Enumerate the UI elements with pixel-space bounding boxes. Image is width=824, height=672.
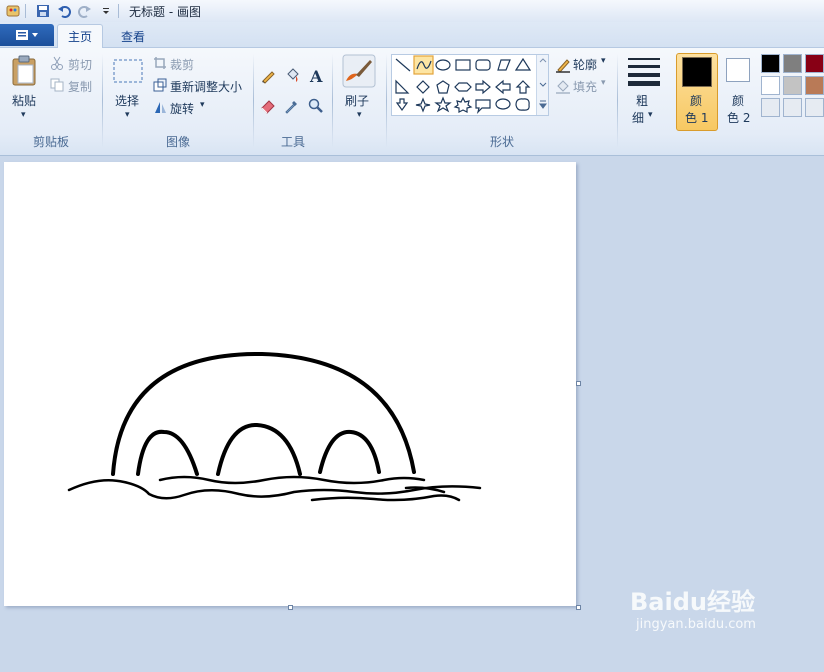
- text-tool-icon[interactable]: A: [306, 66, 326, 86]
- copy-button[interactable]: 复制: [68, 78, 92, 95]
- paint-menu-button[interactable]: [0, 24, 54, 46]
- clipboard-group: 粘贴 ▾ 剪切 复制 剪贴板: [0, 48, 102, 154]
- fill-dropdown-icon[interactable]: ▾: [601, 78, 606, 88]
- crop-icon: [153, 56, 167, 70]
- select-icon[interactable]: [112, 58, 144, 84]
- palette-color-gray[interactable]: [783, 54, 802, 73]
- outline-icon: [555, 57, 571, 73]
- qat-separator: [25, 4, 26, 18]
- shapes-group-label: 形状: [489, 135, 514, 149]
- gallery-scroll-arrows-icon: [539, 58, 547, 109]
- title-bar: 无标题 - 画图: [0, 0, 824, 22]
- paste-label[interactable]: 粘贴: [12, 92, 36, 109]
- select-label[interactable]: 选择: [115, 92, 139, 109]
- shapes-gallery-scrollbar[interactable]: [536, 55, 548, 115]
- rotate-dropdown-icon[interactable]: ▾: [200, 100, 205, 110]
- palette-color-empty[interactable]: [805, 98, 824, 117]
- canvas-resize-handle-right[interactable]: [576, 381, 581, 386]
- tab-view[interactable]: 查看: [110, 24, 156, 48]
- magnifier-icon[interactable]: [306, 96, 326, 116]
- color2-swatch[interactable]: [726, 58, 750, 82]
- watermark-url: jingyan.baidu.com: [636, 617, 756, 632]
- tools-group: A 工具: [254, 48, 332, 154]
- outline-button[interactable]: 轮廓: [573, 56, 597, 73]
- shapes-gallery-icons: [395, 55, 532, 114]
- palette-color-empty[interactable]: [761, 98, 780, 117]
- brushes-label[interactable]: 刷子: [345, 92, 369, 109]
- image-group-label: 图像: [165, 135, 190, 149]
- palette-color-dark-red[interactable]: [805, 54, 824, 73]
- outline-dropdown-icon[interactable]: ▾: [601, 56, 606, 66]
- watermark-brand: Baidu经验: [630, 588, 755, 616]
- size-label-line2[interactable]: 细: [632, 109, 644, 126]
- paste-dropdown-icon[interactable]: ▾: [21, 110, 26, 120]
- palette-color-white[interactable]: [761, 76, 780, 95]
- size-dropdown-icon[interactable]: ▾: [648, 110, 653, 120]
- paste-icon[interactable]: [10, 54, 38, 88]
- ribbon: 粘贴 ▾ 剪切 复制 剪贴板 选择 ▾ 裁剪 重新调整大小 旋转 ▾ 图像 A …: [0, 48, 824, 156]
- svg-text:A: A: [309, 68, 323, 84]
- crop-button[interactable]: 裁剪: [170, 56, 194, 73]
- palette-color-brown[interactable]: [805, 76, 824, 95]
- palette-color-light-gray[interactable]: [783, 76, 802, 95]
- app-menu-icon: [16, 30, 38, 40]
- shapes-gallery[interactable]: [391, 54, 549, 116]
- resize-icon: [153, 78, 167, 92]
- save-icon[interactable]: [35, 3, 51, 19]
- canvas-resize-handle-corner[interactable]: [576, 605, 581, 610]
- customize-qat-chevron-icon[interactable]: [98, 3, 114, 19]
- redo-icon[interactable]: [77, 3, 93, 19]
- cut-button[interactable]: 剪切: [68, 56, 92, 73]
- palette-color-black[interactable]: [761, 54, 780, 73]
- resize-button[interactable]: 重新调整大小: [170, 78, 242, 95]
- fill-bucket-icon[interactable]: [282, 66, 302, 86]
- clipboard-group-label: 剪贴板: [32, 135, 69, 149]
- drawing-sketch: [67, 351, 482, 502]
- fill-icon: [555, 79, 571, 95]
- line-size-icon[interactable]: [626, 56, 662, 86]
- color2-label-line1[interactable]: 颜: [732, 92, 744, 109]
- paint-app-icon[interactable]: [5, 3, 21, 19]
- baidu-watermark: Baidu经验 jingyan.baidu.com: [630, 582, 756, 632]
- qat-separator: [118, 4, 119, 18]
- ribbon-tab-row: 主页 查看: [0, 22, 824, 48]
- tools-group-label: 工具: [280, 135, 305, 149]
- canvas-resize-handle-bottom[interactable]: [288, 605, 293, 610]
- select-dropdown-icon[interactable]: ▾: [125, 110, 130, 120]
- eraser-icon[interactable]: [258, 96, 278, 116]
- copy-icon: [50, 78, 64, 92]
- fill-button[interactable]: 填充: [573, 78, 597, 95]
- palette-color-empty[interactable]: [783, 98, 802, 117]
- color1-swatch: [682, 57, 712, 87]
- undo-icon[interactable]: [56, 3, 72, 19]
- brushes-dropdown-icon[interactable]: ▾: [357, 110, 362, 120]
- rotate-button[interactable]: 旋转: [170, 100, 194, 117]
- size-group: 粗 细 ▾: [618, 48, 670, 154]
- drawing-canvas[interactable]: [4, 162, 576, 606]
- cut-icon: [50, 56, 64, 70]
- brush-icon[interactable]: [342, 54, 376, 88]
- pencil-icon[interactable]: [258, 66, 278, 86]
- color1-label-line2: 色 1: [685, 111, 709, 125]
- image-group: 选择 ▾ 裁剪 重新调整大小 旋转 ▾ 图像: [103, 48, 253, 154]
- brushes-group: 刷子 ▾: [333, 48, 385, 154]
- tab-home[interactable]: 主页: [57, 24, 103, 48]
- color2-label-line2[interactable]: 色 2: [727, 109, 750, 126]
- color-picker-icon[interactable]: [282, 96, 302, 116]
- color1-label-line1: 颜: [690, 94, 703, 108]
- window-title: 无标题 - 画图: [129, 4, 201, 19]
- rotate-icon: [153, 100, 167, 114]
- size-label-line1[interactable]: 粗: [636, 92, 648, 109]
